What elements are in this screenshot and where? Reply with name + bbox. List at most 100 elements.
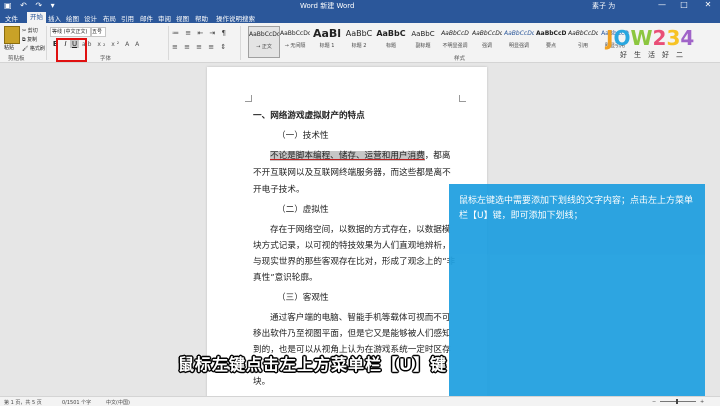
- doc-paragraph-line: 块方式记录，以可视的特技效果为人们直观地辨析，: [253, 241, 451, 251]
- logo-subtitle: 好生活好二: [620, 51, 690, 59]
- style-sample: AaBl: [312, 27, 342, 40]
- title-bar: ▣ ↶ ↷ ▾ Word 新建 Word 素子 为 — □ ✕: [0, 0, 720, 12]
- close-button[interactable]: ✕: [700, 0, 716, 9]
- tab-view[interactable]: 视图: [176, 13, 189, 23]
- style-name: 强调: [481, 43, 492, 49]
- style-name: → 无间隔: [284, 43, 306, 49]
- tab-draw[interactable]: 绘图: [66, 13, 79, 23]
- tab-layout[interactable]: 布局: [103, 13, 116, 23]
- format-painter-button[interactable]: 🖌 格式刷: [22, 45, 45, 52]
- copy-button[interactable]: ⧉ 复制: [22, 36, 37, 43]
- paragraph-align-icons[interactable]: ≡ ≡ ≡ ≡ ⇕: [172, 43, 228, 51]
- zoom-slider[interactable]: [660, 401, 696, 402]
- tab-design[interactable]: 设计: [84, 13, 97, 23]
- style-heading-1[interactable]: AaBl 标题 1: [312, 26, 342, 56]
- style-name: 要点: [545, 43, 556, 49]
- underline-highlight-box: [56, 38, 87, 62]
- style-subtitle[interactable]: AaBbC 副标题: [408, 26, 438, 56]
- zoom-out-button[interactable]: −: [652, 399, 656, 405]
- section-title-objective: （三）客观性: [277, 293, 329, 303]
- logo-char: J: [606, 26, 614, 50]
- divider: [46, 26, 47, 60]
- section-title-virtual: （二）虚拟性: [277, 205, 329, 215]
- style-name: 明显强调: [508, 43, 529, 49]
- style-sample: AaBbC: [411, 30, 435, 38]
- video-subtitle: 鼠标左键点击左上方菜单栏【U】键: [178, 355, 447, 374]
- style-name: → 正文: [256, 44, 272, 50]
- style-strong[interactable]: AaBbCcDd 要点: [536, 26, 566, 56]
- style-title[interactable]: AaBbC 标题: [376, 26, 406, 56]
- style-emphasis[interactable]: AaBbCcDd 强调: [472, 26, 502, 56]
- doc-paragraph-line: 移出软件乃至视图平面，但是它又是能够被人们感知: [253, 329, 451, 339]
- logo-char: 2: [652, 26, 667, 50]
- style-sample: AaBbCcDd: [504, 30, 534, 37]
- doc-paragraph-line: 存在于网络空间，以数据的方式存在，以数据模: [270, 225, 451, 235]
- font-effect-icons[interactable]: ab x₂ x² A A: [82, 41, 141, 48]
- style-sample: AaBbCcDd: [249, 31, 279, 38]
- quick-access-toolbar[interactable]: ▣ ↶ ↷ ▾: [4, 1, 58, 10]
- doc-paragraph-line: 真性”意识轮廓。: [253, 273, 318, 283]
- style-sample: AaBbCcD: [441, 30, 469, 37]
- zoom-slider-thumb[interactable]: [676, 399, 678, 404]
- logo-char: O: [613, 26, 631, 50]
- divider: [240, 26, 241, 60]
- doc-paragraph-line: 与现实世界的那些客观存在比对，形成了观念上的“非: [253, 257, 456, 267]
- logo-char: 4: [680, 26, 695, 50]
- user-name[interactable]: 素子 为: [592, 1, 615, 11]
- doc-paragraph-line: 不开互联网以及互联网终端服务器，而这些都是离不: [253, 168, 451, 178]
- doc-paragraph-line: 通过客户端的电脑、智能手机等载体可视而不可: [270, 313, 451, 323]
- doc-heading: 一、网络游戏虚拟财产的特点: [253, 111, 365, 121]
- instruction-text: 鼠标左键选中需要添加下划线的文字内容；点击左上方菜单栏【U】键，即可添加下划线；: [459, 196, 694, 221]
- cut-button[interactable]: ✂ 剪切: [22, 27, 38, 34]
- style-normal[interactable]: AaBbCcDd → 正文: [248, 26, 280, 58]
- selected-text[interactable]: 不论是脚本编程、储存、运营和用户消费: [270, 151, 425, 161]
- doc-paragraph-line[interactable]: 不论是脚本编程、储存、运营和用户消费，都离: [270, 149, 451, 161]
- paste-button[interactable]: 粘贴: [4, 44, 14, 51]
- style-name: 引用: [577, 43, 588, 49]
- style-name: 标题: [385, 43, 396, 49]
- style-sample: AaBbCcDd: [472, 30, 502, 37]
- style-no-spacing[interactable]: AaBbCcDd → 无间隔: [280, 26, 310, 56]
- tab-help[interactable]: 帮助: [195, 13, 208, 23]
- window-title: Word 新建 Word: [300, 2, 355, 10]
- style-sample: AaBbC: [376, 29, 406, 38]
- ribbon-tabs: 文件 开始 插入 绘图 设计 布局 引用 邮件 审阅 视图 帮助 操作说明搜索: [0, 12, 720, 23]
- tab-mailings[interactable]: 邮件: [140, 13, 153, 23]
- clipboard-group-label: 剪贴板: [8, 56, 25, 62]
- tab-review[interactable]: 审阅: [158, 13, 171, 23]
- paste-icon[interactable]: [4, 26, 20, 44]
- style-sample: AaBbCcDd: [568, 30, 598, 37]
- style-name: 标题 1: [319, 43, 335, 49]
- style-name: 不明显强调: [442, 43, 468, 49]
- style-sample: AaBbCcDd: [536, 30, 566, 37]
- instruction-overlay: 鼠标左键选中需要添加下划线的文字内容；点击左上方菜单栏【U】键，即可添加下划线；: [449, 184, 705, 396]
- divider: [168, 26, 169, 60]
- style-sample: AaBbC: [345, 29, 373, 38]
- style-intense-emphasis[interactable]: AaBbCcDd 明显强调: [504, 26, 534, 56]
- font-size-select[interactable]: 五号: [91, 27, 106, 37]
- tab-references[interactable]: 引用: [121, 13, 134, 23]
- style-name: 副标题: [415, 43, 431, 49]
- tell-me-search[interactable]: 操作说明搜索: [216, 13, 255, 23]
- font-name-select[interactable]: 等线 (中文正文): [50, 27, 91, 37]
- styles-group-label: 样式: [454, 56, 466, 62]
- style-name: 标题 2: [351, 43, 367, 49]
- style-subtle-emphasis[interactable]: AaBbCcD 不明显强调: [440, 26, 470, 56]
- style-heading-2[interactable]: AaBbC 标题 2: [344, 26, 374, 56]
- tab-home[interactable]: 开始: [27, 12, 46, 23]
- site-logo: JOW234: [606, 26, 694, 50]
- maximize-button[interactable]: □: [676, 0, 692, 9]
- tab-insert[interactable]: 插入: [48, 13, 61, 23]
- margin-corner: [459, 95, 466, 102]
- margin-corner: [245, 95, 252, 102]
- logo-char: 3: [666, 26, 681, 50]
- paragraph-list-icons[interactable]: ≔ ≡ ⇤ ⇥ ¶: [172, 29, 228, 37]
- tab-file[interactable]: 文件: [5, 13, 18, 23]
- minimize-button[interactable]: —: [654, 0, 670, 9]
- text-run: ，都离: [424, 151, 451, 161]
- font-group-label: 字体: [100, 56, 112, 62]
- zoom-in-button[interactable]: +: [700, 399, 704, 405]
- logo-char: W: [630, 26, 653, 50]
- doc-paragraph-line: 块。: [253, 377, 271, 387]
- style-quote[interactable]: AaBbCcDd 引用: [568, 26, 598, 56]
